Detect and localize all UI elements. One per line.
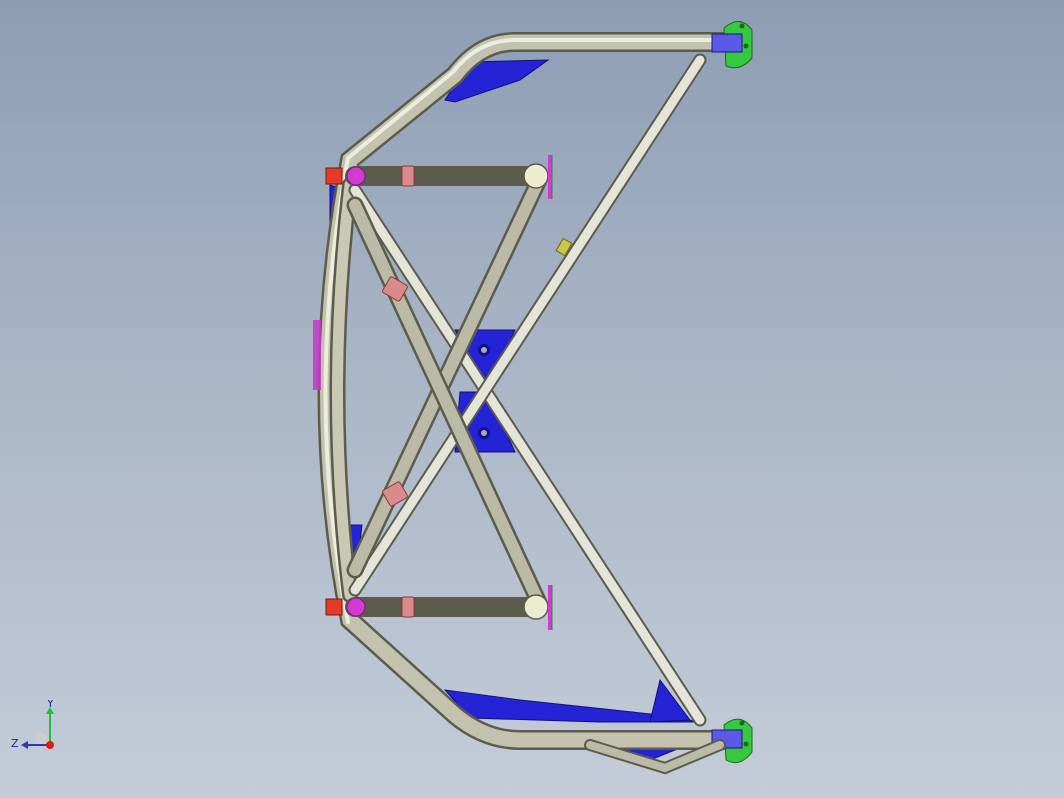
mounting-plate-top <box>711 21 753 69</box>
axis-triad: Y Z <box>11 700 54 750</box>
diagonal-brace <box>348 53 707 727</box>
x-axis-dot <box>46 741 54 749</box>
mounting-plates <box>711 21 753 764</box>
crossbar-end-caps <box>523 155 553 630</box>
cad-viewport[interactable] <box>0 0 1064 798</box>
z-axis-arrow <box>21 741 28 749</box>
z-axis-label: Z <box>11 737 19 750</box>
y-axis-label: Y <box>46 700 54 710</box>
main-hoop <box>317 32 735 750</box>
